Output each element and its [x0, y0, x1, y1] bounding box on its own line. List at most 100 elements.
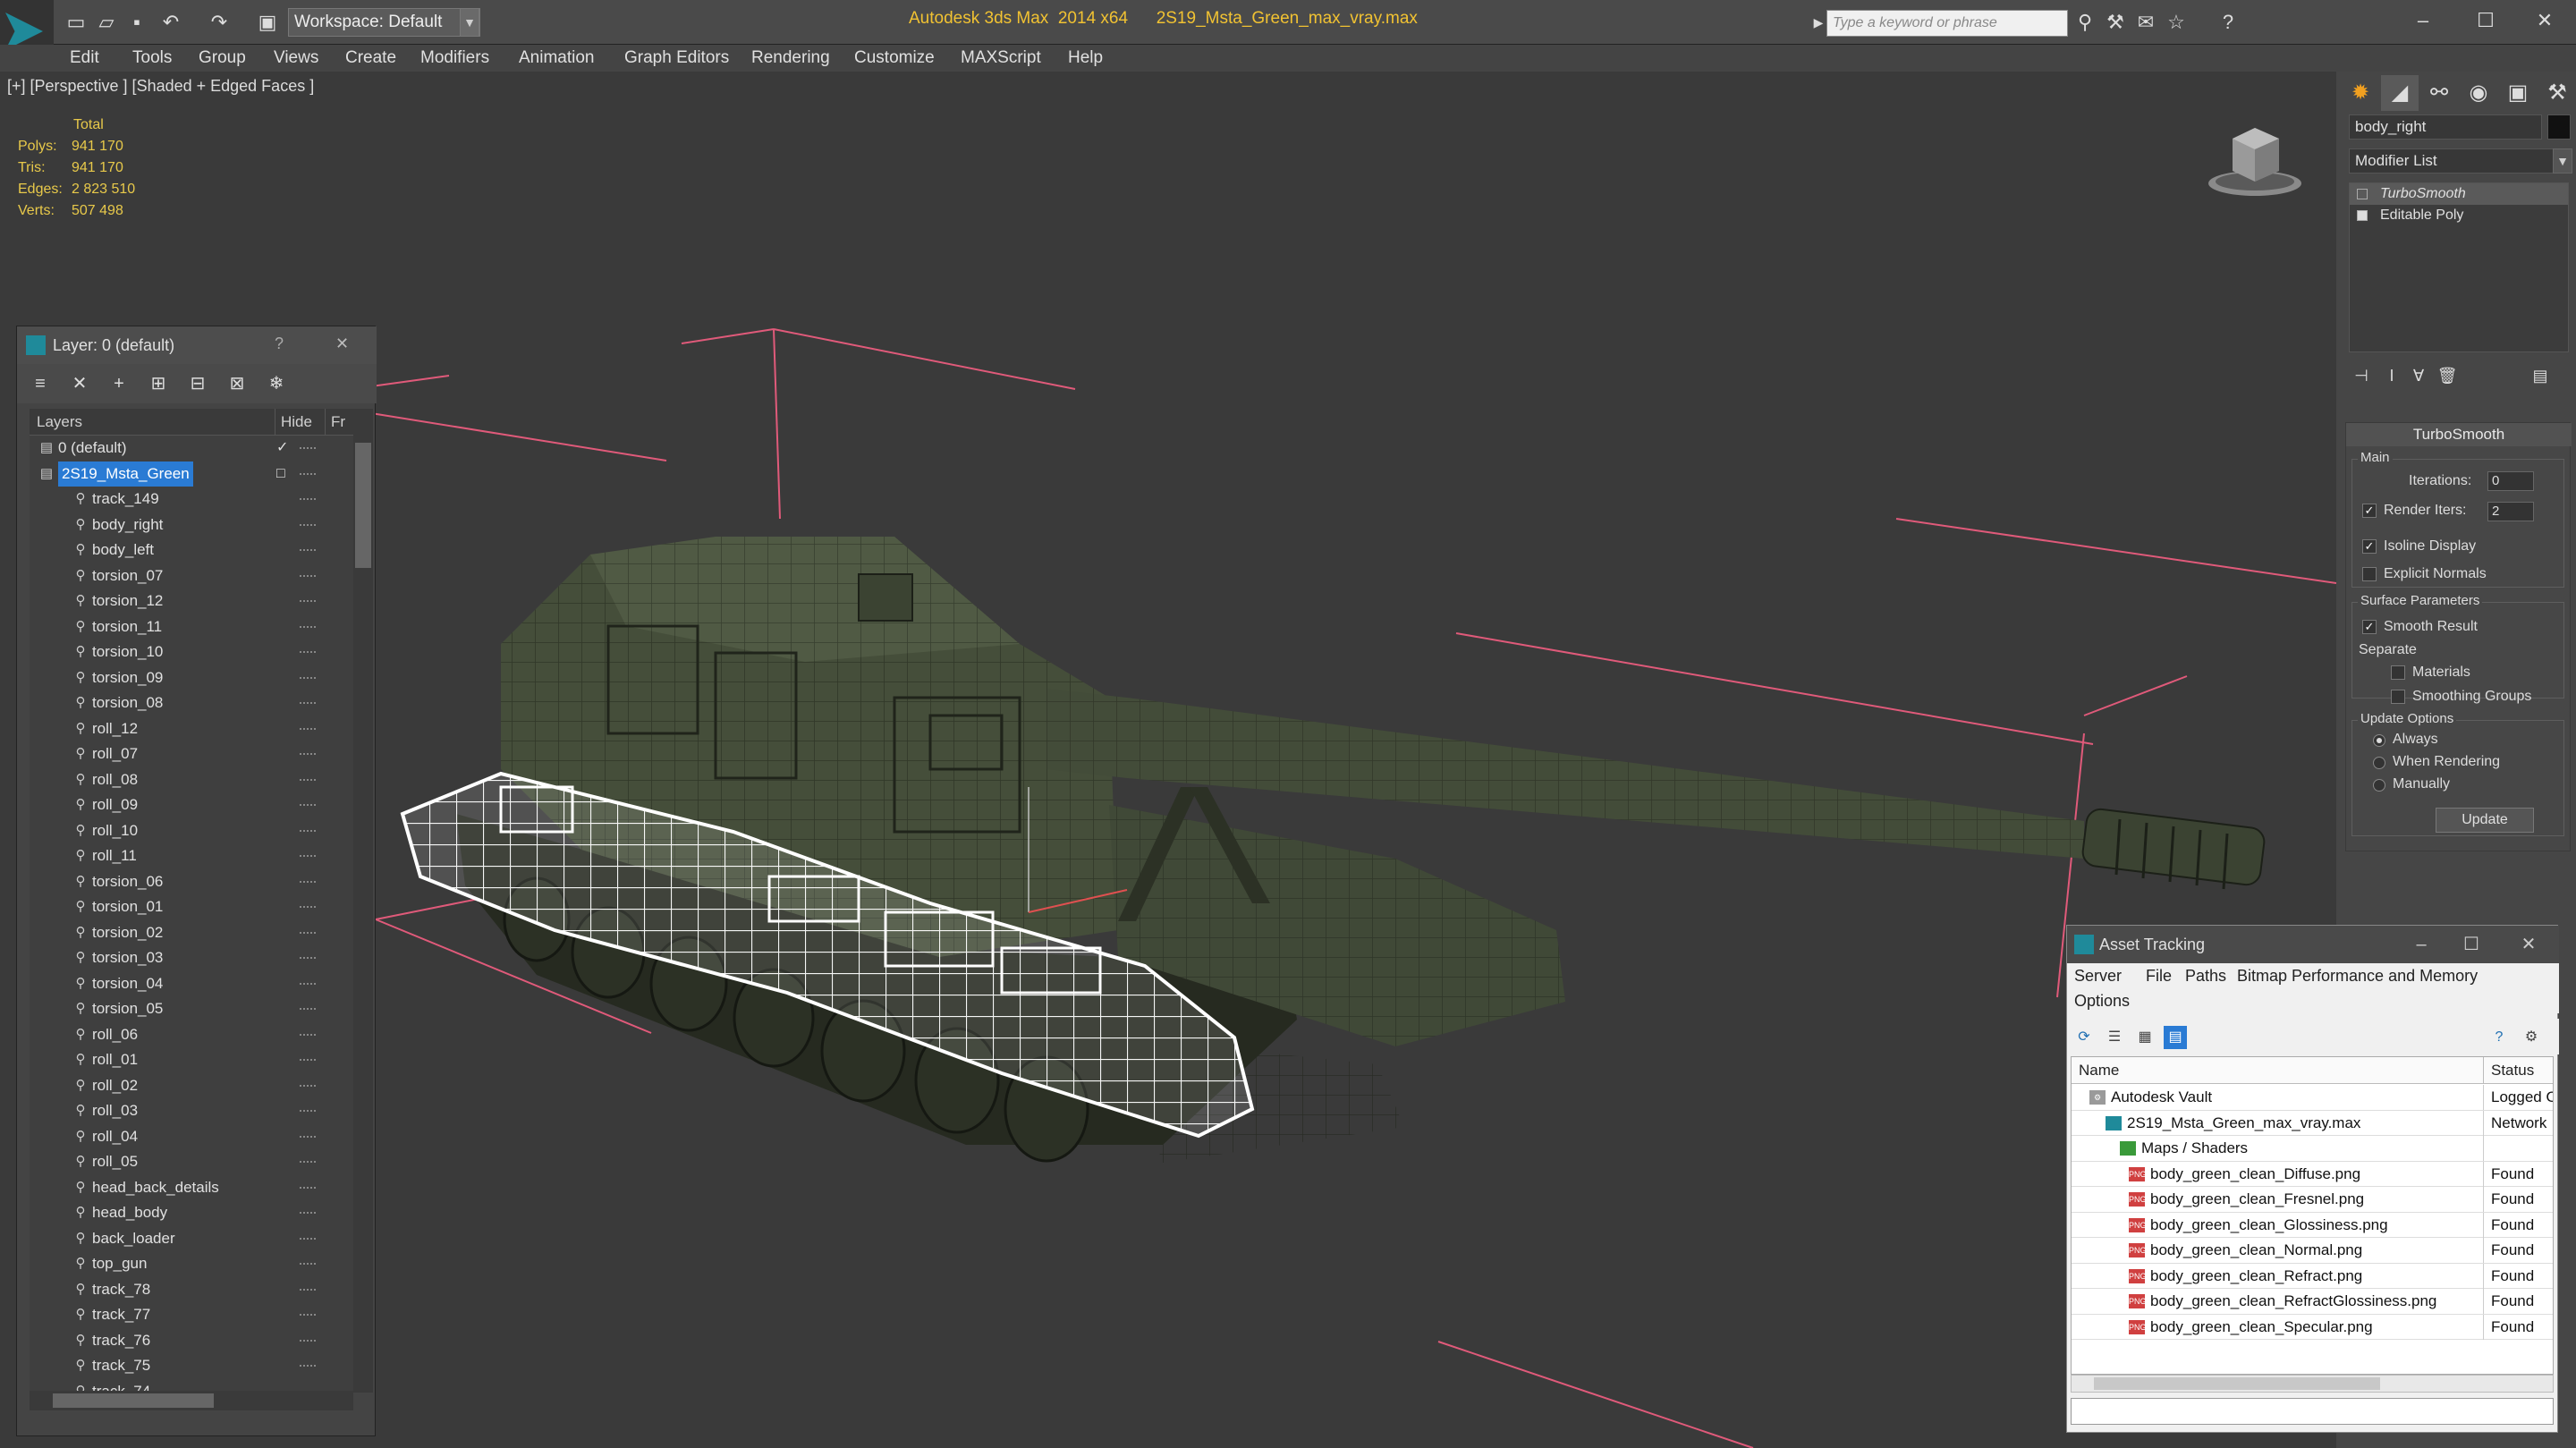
rollout-header[interactable]: TurboSmooth — [2346, 423, 2572, 446]
explicit-normals-checkbox[interactable] — [2362, 567, 2377, 581]
layer-row[interactable]: ⚲ torsion_11 — [30, 614, 353, 640]
remove-modifier-icon[interactable]: 🗑 — [2435, 363, 2460, 388]
subscription-icon[interactable]: ⚒ — [2102, 9, 2129, 36]
open-file-icon[interactable]: ▱ — [93, 9, 120, 36]
asset-row[interactable]: 2S19_Msta_Green_max_vray.max Network — [2072, 1110, 2553, 1136]
layer-row[interactable]: ⚲ track_149 — [30, 487, 353, 512]
hide-toggle[interactable] — [300, 1186, 316, 1190]
maximize-icon[interactable]: ☐ — [2453, 931, 2489, 958]
layer-row[interactable]: ⚲ roll_01 — [30, 1047, 353, 1073]
layer-row[interactable]: ⚲ torsion_02 — [30, 920, 353, 946]
favorites-star-icon[interactable]: ☆ — [2163, 9, 2190, 36]
layer-row[interactable]: ⚲ torsion_01 — [30, 894, 353, 920]
set-current-layer-icon[interactable]: □ — [276, 461, 285, 487]
hide-toggle[interactable] — [300, 778, 316, 782]
layer-name[interactable]: roll_08 — [92, 767, 138, 792]
menu-group[interactable]: Group — [199, 45, 246, 72]
hierarchy-tab-icon[interactable]: ⚯ — [2420, 75, 2458, 111]
hide-toggle[interactable] — [300, 574, 316, 578]
layer-row[interactable]: ⚲ top_gun — [30, 1251, 353, 1277]
when-rendering-radio[interactable] — [2373, 757, 2385, 769]
asset-menu-paths[interactable]: Paths — [2185, 963, 2226, 988]
layer-name[interactable]: roll_10 — [92, 818, 138, 843]
hide-toggle[interactable] — [300, 1288, 316, 1291]
workspace-dropdown[interactable]: Workspace: Default — [288, 8, 480, 37]
materials-checkbox[interactable] — [2391, 665, 2405, 680]
hide-toggle[interactable] — [300, 855, 316, 858]
asset-row[interactable]: PNG body_green_clean_Glossiness.png Found — [2072, 1212, 2553, 1238]
menu-help[interactable]: Help — [1068, 45, 1103, 72]
layer-name[interactable]: torsion_07 — [92, 563, 163, 589]
table-view-icon[interactable]: ▤ — [2164, 1026, 2187, 1049]
hide-toggle[interactable] — [300, 880, 316, 884]
asset-row[interactable]: PNG body_green_clean_Normal.png Found — [2072, 1238, 2553, 1264]
col-layers[interactable]: Layers — [37, 409, 82, 436]
layer-row[interactable]: ⚲ track_76 — [30, 1328, 353, 1354]
layer-name[interactable]: track_149 — [92, 487, 159, 512]
menu-graph-editors[interactable]: Graph Editors — [624, 45, 729, 72]
settings-icon[interactable]: ⚙ — [2520, 1026, 2543, 1049]
create-tab-icon[interactable]: ✹ — [2342, 75, 2379, 111]
maximize-icon[interactable]: ☐ — [2465, 5, 2506, 36]
layer-name[interactable]: roll_02 — [92, 1073, 138, 1098]
project-folder-icon[interactable]: ▣ — [254, 9, 281, 36]
render-iters-checkbox[interactable]: ✓ — [2362, 504, 2377, 518]
hide-toggle[interactable] — [300, 472, 316, 476]
asset-menu-bitmap[interactable]: Bitmap Performance and Memory — [2237, 963, 2478, 988]
menu-modifiers[interactable]: Modifiers — [420, 45, 489, 72]
hide-toggle[interactable] — [300, 1339, 316, 1342]
layer-name[interactable]: top_gun — [92, 1251, 147, 1276]
layer-name[interactable]: roll_09 — [92, 792, 138, 817]
layer-row[interactable]: ⚲ head_back_details — [30, 1175, 353, 1201]
layer-row[interactable]: ⚲ roll_10 — [30, 818, 353, 844]
manually-radio[interactable] — [2373, 779, 2385, 792]
hide-toggle[interactable] — [300, 447, 316, 450]
layer-row[interactable]: ⚲ torsion_03 — [30, 945, 353, 971]
viewport-label[interactable]: [+] [Perspective ] [Shaded + Edged Faces… — [7, 77, 314, 96]
hide-toggle[interactable] — [300, 753, 316, 756]
layer-row[interactable]: ⚲ roll_07 — [30, 741, 353, 767]
object-name-field[interactable]: body_right — [2349, 114, 2542, 140]
hide-toggle[interactable] — [300, 676, 316, 680]
hide-toggle[interactable] — [300, 1161, 316, 1164]
hide-toggle[interactable] — [300, 1135, 316, 1139]
layer-name[interactable]: torsion_06 — [92, 869, 163, 894]
perspective-viewport[interactable]: [+] [Perspective ] [Shaded + Edged Faces… — [0, 72, 2336, 1448]
redo-icon[interactable]: ↷ — [206, 9, 233, 36]
layer-row[interactable]: ⚲ track_78 — [30, 1277, 353, 1303]
hide-toggle[interactable] — [300, 702, 316, 705]
hide-toggle[interactable] — [300, 549, 316, 552]
layer-row[interactable]: ⚲ roll_08 — [30, 767, 353, 793]
layer-name[interactable]: torsion_12 — [92, 589, 163, 614]
hide-toggle[interactable] — [300, 625, 316, 629]
asset-row[interactable]: PNG body_green_clean_RefractGlossiness.pn… — [2072, 1289, 2553, 1315]
hide-toggle[interactable] — [300, 651, 316, 654]
utilities-tab-icon[interactable]: ⚒ — [2538, 75, 2576, 111]
layer-row[interactable]: ⚲ torsion_05 — [30, 996, 353, 1022]
hide-toggle[interactable] — [300, 804, 316, 807]
layer-name[interactable]: roll_05 — [92, 1149, 138, 1174]
layer-row[interactable]: ⚲ roll_09 — [30, 792, 353, 818]
layer-name[interactable]: roll_07 — [92, 741, 138, 766]
layer-name[interactable]: torsion_08 — [92, 690, 163, 716]
col-freeze[interactable]: Fr — [325, 409, 345, 436]
hide-toggle[interactable] — [300, 600, 316, 603]
hide-toggle[interactable] — [300, 1314, 316, 1317]
layer-row[interactable]: ⚲ torsion_04 — [30, 971, 353, 997]
layer-name[interactable]: torsion_09 — [92, 665, 163, 690]
smooth-result-checkbox[interactable]: ✓ — [2362, 620, 2377, 634]
hide-toggle[interactable] — [300, 1059, 316, 1062]
hide-toggle[interactable] — [300, 982, 316, 986]
hide-toggle[interactable] — [300, 1212, 316, 1215]
modifier-list-dropdown[interactable]: Modifier List — [2349, 148, 2555, 174]
layer-row[interactable]: ⚲ roll_03 — [30, 1098, 353, 1124]
save-icon[interactable]: ▪ — [123, 9, 150, 36]
minimize-icon[interactable]: – — [2402, 5, 2444, 36]
layer-row[interactable]: ⚲ roll_06 — [30, 1022, 353, 1048]
layer-row[interactable]: ⚲ track_77 — [30, 1302, 353, 1328]
select-objects-icon[interactable]: ⊞ — [144, 369, 173, 398]
hide-toggle[interactable] — [300, 957, 316, 960]
help-icon[interactable]: ? — [275, 334, 284, 353]
layer-row[interactable]: ⚲ roll_12 — [30, 716, 353, 742]
hide-toggle[interactable] — [300, 1237, 316, 1241]
